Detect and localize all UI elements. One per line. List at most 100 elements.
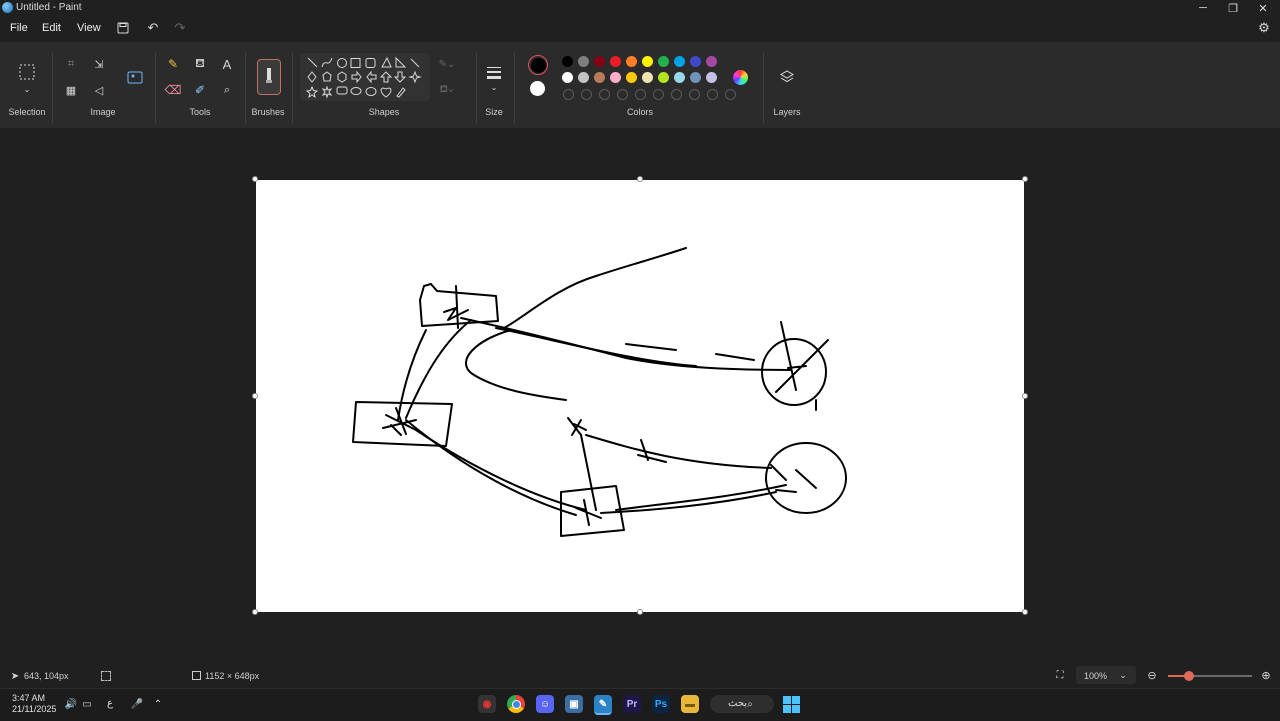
- menu-view[interactable]: View: [76, 22, 102, 38]
- color-swatch-row1-8[interactable]: [674, 56, 685, 67]
- color-swatch-row2-3[interactable]: [594, 72, 605, 83]
- premiere-icon[interactable]: Pr: [623, 695, 641, 713]
- ribbon-divider: [514, 52, 515, 124]
- color-swatch-row1-10[interactable]: [706, 56, 717, 67]
- custom-color-slot-1[interactable]: [563, 89, 574, 100]
- photoshop-icon[interactable]: Ps: [652, 695, 670, 713]
- clock-date[interactable]: 21/11/2025: [12, 704, 56, 714]
- edit-colors-wheel-icon[interactable]: [733, 70, 748, 85]
- restore-button[interactable]: ❐: [1218, 0, 1248, 16]
- color-swatch-row2-1[interactable]: [562, 72, 573, 83]
- windows-start-icon[interactable]: [783, 696, 800, 713]
- color-swatch-row1-3[interactable]: [594, 56, 605, 67]
- resize-handle[interactable]: [252, 609, 258, 615]
- color-swatch-row1-9[interactable]: [690, 56, 701, 67]
- task-view-icon[interactable]: ▣: [565, 695, 583, 713]
- drawing-canvas[interactable]: [256, 180, 1024, 612]
- file-explorer-icon[interactable]: ▬: [681, 695, 699, 713]
- custom-color-slot-5[interactable]: [635, 89, 646, 100]
- fill-bucket-icon[interactable]: ⛾: [193, 56, 207, 71]
- color-swatch-row1-6[interactable]: [642, 56, 653, 67]
- color-swatch-row1-7[interactable]: [658, 56, 669, 67]
- custom-color-slot-7[interactable]: [671, 89, 682, 100]
- shape-outline-icon: ✎⌄: [438, 58, 456, 70]
- layers-icon[interactable]: [778, 68, 796, 86]
- ribbon-divider: [245, 52, 246, 124]
- minimize-button[interactable]: ─: [1188, 0, 1218, 16]
- chrome-icon[interactable]: [507, 695, 525, 713]
- color-swatch-row2-2[interactable]: [578, 72, 589, 83]
- custom-color-slot-4[interactable]: [617, 89, 628, 100]
- color-swatch-row1-1[interactable]: [562, 56, 573, 67]
- resize-handle[interactable]: [1022, 609, 1028, 615]
- color-swatch-row1-2[interactable]: [578, 56, 589, 67]
- shape-fill-icon: ⛾⌄: [439, 83, 455, 95]
- zoom-out-icon[interactable]: ⊖: [1146, 669, 1158, 682]
- color-swatch-row1-4[interactable]: [610, 56, 621, 67]
- settings-gear-icon[interactable]: ⚙: [1256, 20, 1272, 36]
- resize-handle[interactable]: [1022, 176, 1028, 182]
- ribbon-divider: [476, 52, 477, 124]
- input-language[interactable]: ع: [107, 698, 113, 709]
- pencil-icon[interactable]: ✎: [166, 57, 180, 71]
- custom-color-slot-9[interactable]: [707, 89, 718, 100]
- rotate-icon[interactable]: ◁: [90, 83, 108, 97]
- custom-color-slot-6[interactable]: [653, 89, 664, 100]
- secondary-color-swatch[interactable]: [530, 81, 545, 96]
- eraser-icon[interactable]: ⌫: [165, 83, 182, 97]
- clock-time[interactable]: 3:47 AM: [12, 693, 45, 703]
- resize-handle[interactable]: [252, 176, 258, 182]
- discord-icon[interactable]: ☺: [536, 695, 554, 713]
- redo-icon: ↷: [174, 20, 186, 35]
- volume-icon[interactable]: 🔊: [64, 697, 78, 711]
- crop-icon: ⌗: [67, 57, 75, 70]
- selection-rectangle-icon[interactable]: [17, 62, 37, 82]
- paint-taskbar-icon[interactable]: ✎: [594, 695, 612, 715]
- menu-edit[interactable]: Edit: [41, 22, 62, 38]
- color-swatch-row2-7[interactable]: [658, 72, 669, 83]
- custom-color-slot-8[interactable]: [689, 89, 700, 100]
- resize-handle[interactable]: [252, 393, 258, 399]
- resize-handle[interactable]: [637, 176, 643, 182]
- group-label-brushes: Brushes: [251, 107, 285, 117]
- zoom-slider-thumb[interactable]: [1184, 671, 1194, 681]
- brush-icon[interactable]: [257, 59, 281, 95]
- color-swatch-row2-10[interactable]: [706, 72, 717, 83]
- remove-background-icon[interactable]: ▦: [64, 83, 78, 97]
- canvas-size-icon: [192, 671, 201, 680]
- recorder-app-icon[interactable]: ◉: [478, 695, 496, 713]
- custom-color-slot-2[interactable]: [581, 89, 592, 100]
- color-picker-icon[interactable]: ✐: [193, 83, 207, 97]
- color-swatch-row2-8[interactable]: [674, 72, 685, 83]
- image-generator-icon[interactable]: [126, 68, 144, 86]
- size-chevron-down-icon[interactable]: ⌄: [488, 82, 500, 92]
- resize-icon[interactable]: ⇲: [90, 57, 108, 71]
- stroke-size-icon[interactable]: [486, 66, 502, 80]
- custom-color-slot-3[interactable]: [599, 89, 610, 100]
- undo-icon[interactable]: ↶: [145, 20, 161, 36]
- magnifier-icon[interactable]: ⌕: [220, 83, 234, 97]
- resize-handle[interactable]: [1022, 393, 1028, 399]
- color-swatch-row2-4[interactable]: [610, 72, 621, 83]
- menu-file[interactable]: File: [9, 22, 29, 38]
- show-hidden-icons-chevron-icon[interactable]: ⌃: [152, 697, 164, 711]
- selection-chevron-down-icon[interactable]: ⌄: [20, 84, 34, 94]
- resize-handle[interactable]: [637, 609, 643, 615]
- ribbon-divider: [52, 52, 53, 124]
- color-swatch-row2-6[interactable]: [642, 72, 653, 83]
- text-icon[interactable]: A: [220, 57, 234, 72]
- close-button[interactable]: ✕: [1248, 0, 1278, 16]
- microphone-icon[interactable]: 🎤: [131, 697, 143, 711]
- color-swatch-row1-5[interactable]: [626, 56, 637, 67]
- color-swatch-row2-9[interactable]: [690, 72, 701, 83]
- network-icon[interactable]: ▭: [80, 697, 94, 711]
- shapes-gallery-icons[interactable]: [304, 55, 428, 99]
- paint-app-icon: [2, 2, 13, 13]
- zoom-in-icon[interactable]: ⊕: [1260, 669, 1272, 682]
- primary-color-selector[interactable]: [528, 55, 548, 75]
- save-icon[interactable]: [115, 20, 131, 36]
- zoom-slider-track[interactable]: [1168, 671, 1252, 681]
- fit-to-window-icon[interactable]: ⛶: [1054, 669, 1066, 681]
- custom-color-slot-10[interactable]: [725, 89, 736, 100]
- color-swatch-row2-5[interactable]: [626, 72, 637, 83]
